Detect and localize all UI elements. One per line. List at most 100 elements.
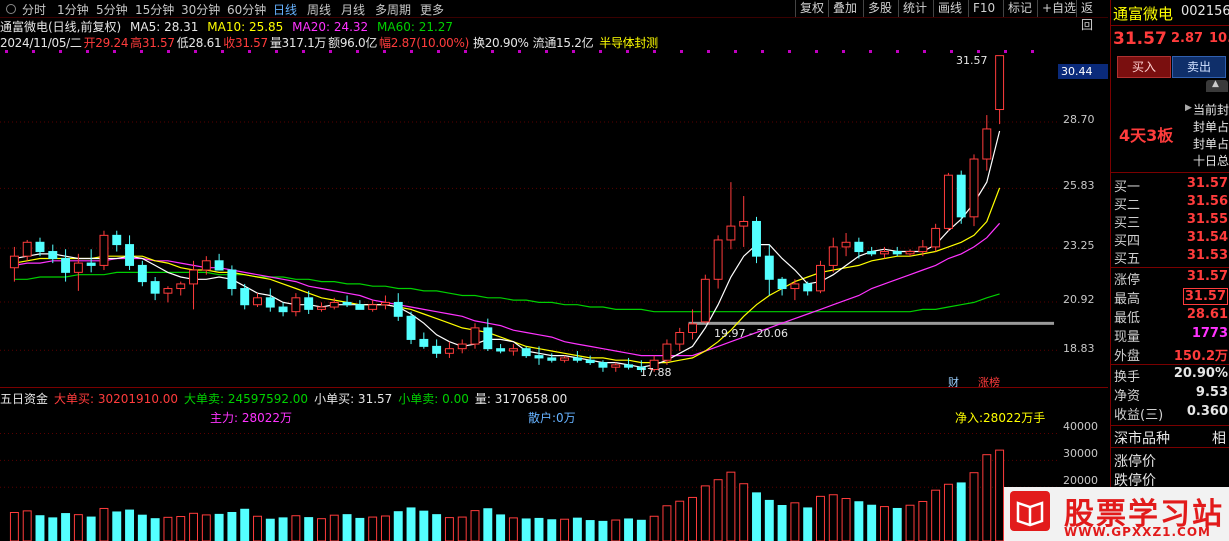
candle-body bbox=[969, 158, 979, 218]
signal-marker bbox=[383, 50, 386, 53]
stat-label: 最高 bbox=[1114, 292, 1141, 307]
signal-marker bbox=[977, 50, 980, 53]
bid-label: 买二 bbox=[1114, 198, 1141, 213]
volume-bar bbox=[982, 454, 992, 541]
period-multi[interactable]: 多周期 bbox=[375, 1, 411, 18]
candle-body bbox=[227, 269, 237, 290]
candle-body bbox=[125, 244, 135, 266]
stat-value: 31.57 bbox=[1182, 288, 1228, 305]
draw-button[interactable]: 画线 bbox=[933, 0, 966, 17]
volume-bar bbox=[572, 517, 582, 541]
stat-row-nav: 净资 9.53 bbox=[1113, 385, 1229, 404]
period-daily[interactable]: 日线 bbox=[273, 1, 297, 18]
volume-bar bbox=[547, 519, 557, 541]
candle-body bbox=[457, 343, 467, 350]
mark-button[interactable]: 标记 bbox=[1003, 0, 1036, 17]
candle-body bbox=[931, 227, 941, 248]
bid-price: 31.54 bbox=[1186, 230, 1228, 245]
volume-bar bbox=[201, 514, 211, 541]
volume-bar bbox=[483, 508, 493, 541]
bid-row-5: 买五 31.53 bbox=[1113, 248, 1229, 267]
period-30min[interactable]: 30分钟 bbox=[181, 1, 220, 18]
candle-body bbox=[35, 241, 45, 253]
volume-bar bbox=[636, 519, 646, 541]
add-watchlist-button[interactable]: +自选 bbox=[1037, 0, 1080, 17]
ma60-value: MA60: 21.27 bbox=[377, 20, 454, 34]
candle-body bbox=[956, 174, 966, 218]
divider bbox=[1111, 172, 1229, 173]
volume-bar bbox=[112, 511, 122, 541]
volume-bar bbox=[943, 483, 953, 541]
signal-marker bbox=[572, 50, 575, 53]
quote-panel: 通富微电 002156 31.57 2.87 10.0 买入 卖出 ▲ 4天3板… bbox=[1110, 0, 1229, 541]
signal-marker bbox=[329, 50, 332, 53]
adjust-button[interactable]: 复权 bbox=[795, 0, 828, 17]
candle-body bbox=[329, 301, 339, 308]
related-tab[interactable]: 相 bbox=[1212, 428, 1226, 448]
period-more[interactable]: 更多 bbox=[420, 1, 444, 18]
candle-body bbox=[547, 357, 557, 361]
volume-bar bbox=[662, 505, 672, 541]
candle-body bbox=[444, 348, 454, 354]
volume-bar bbox=[675, 500, 685, 541]
candle-body bbox=[675, 331, 685, 345]
period-weekly[interactable]: 周线 bbox=[307, 1, 331, 18]
period-fenshi[interactable]: 分时 bbox=[22, 1, 46, 18]
buy-button[interactable]: 买入 bbox=[1117, 56, 1171, 78]
volume-bar bbox=[841, 498, 851, 541]
period-monthly[interactable]: 月线 bbox=[341, 1, 365, 18]
candle-body bbox=[419, 338, 429, 347]
small-buy-value: 小单买: 31.57 bbox=[314, 392, 393, 406]
divider bbox=[1111, 25, 1229, 26]
volume-bar bbox=[22, 510, 32, 541]
candle-body bbox=[342, 301, 352, 306]
candle-body bbox=[163, 288, 173, 294]
volume-bar bbox=[611, 519, 621, 541]
period-5min[interactable]: 5分钟 bbox=[96, 1, 128, 18]
volume-bar bbox=[764, 499, 774, 541]
signal-marker bbox=[680, 50, 683, 53]
period-60min[interactable]: 60分钟 bbox=[227, 1, 266, 18]
f10-button[interactable]: F10 bbox=[968, 0, 999, 17]
volume-bar bbox=[419, 510, 429, 541]
period-15min[interactable]: 15分钟 bbox=[135, 1, 174, 18]
volume-bar bbox=[380, 515, 390, 541]
volume-bar bbox=[854, 501, 864, 541]
divider bbox=[1111, 364, 1229, 365]
signal-marker bbox=[491, 50, 494, 53]
small-sell-value: 小单卖: 0.00 bbox=[398, 392, 469, 406]
stat-label: 外盘 bbox=[1114, 349, 1141, 364]
volume-bar bbox=[99, 507, 109, 541]
candle-body bbox=[22, 241, 32, 257]
candle-body bbox=[368, 304, 378, 310]
stat-row-low: 最低 28.61 bbox=[1113, 307, 1229, 326]
settings-icon[interactable] bbox=[6, 4, 16, 14]
period-1min[interactable]: 1分钟 bbox=[57, 1, 89, 18]
candle-body bbox=[355, 304, 365, 310]
volume-bar bbox=[534, 517, 544, 541]
signal-marker bbox=[599, 50, 602, 53]
multi-stock-button[interactable]: 多股 bbox=[863, 0, 896, 17]
volume-bar bbox=[355, 517, 365, 541]
bid-row-2: 买二 31.56 bbox=[1113, 194, 1229, 213]
stats-button[interactable]: 统计 bbox=[898, 0, 931, 17]
bid-label: 买三 bbox=[1114, 216, 1141, 231]
candle-body bbox=[48, 251, 58, 259]
ma60-line bbox=[14, 271, 1000, 313]
stat-value: 28.61 bbox=[1186, 307, 1228, 322]
sell-button[interactable]: 卖出 bbox=[1172, 56, 1226, 78]
volume-bar bbox=[317, 518, 326, 541]
low-label: 17.88 bbox=[640, 366, 672, 379]
volume-bar bbox=[995, 449, 1005, 541]
kline-chart[interactable] bbox=[0, 48, 1058, 388]
signal-marker bbox=[86, 50, 89, 53]
collapse-toggle[interactable]: ▲ bbox=[1206, 79, 1228, 92]
signal-marker bbox=[653, 50, 656, 53]
candle-body bbox=[214, 260, 224, 271]
back-button[interactable]: 返回 bbox=[1076, 0, 1108, 32]
volume-bar bbox=[368, 516, 378, 541]
signal-marker bbox=[113, 50, 116, 53]
candle-body bbox=[611, 364, 621, 368]
volume-chart[interactable] bbox=[0, 412, 1058, 541]
overlay-button[interactable]: 叠加 bbox=[828, 0, 861, 17]
